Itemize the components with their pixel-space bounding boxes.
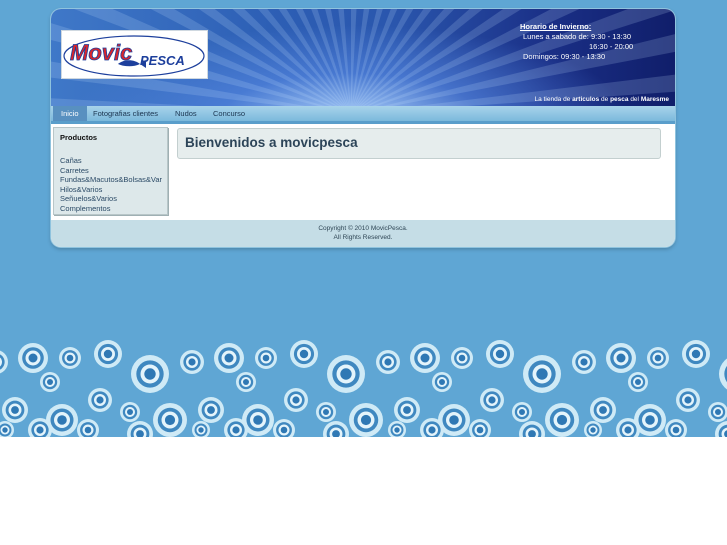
products-sidebar: Productos Cañas Carretes Fundas&Macutos&…: [53, 127, 168, 215]
sidebar-item-senuelos[interactable]: Señuelos&Varios: [60, 194, 162, 204]
bubble-ring: [2, 397, 28, 423]
bubble-ring: [40, 372, 60, 392]
bubble-ring: [273, 419, 295, 437]
bubble-ring: [590, 397, 616, 423]
bubble-ring: [131, 355, 169, 393]
bubble-ring: [682, 340, 710, 368]
bubble-ring: [127, 421, 153, 437]
sidebar-item-canas[interactable]: Cañas: [60, 156, 162, 166]
bubble-ring: [545, 403, 579, 437]
bubble-ring: [120, 402, 140, 422]
bubble-ring: [316, 402, 336, 422]
bubble-ring: [77, 419, 99, 437]
bubble-ring: [192, 421, 210, 437]
bubble-ring: [284, 388, 308, 412]
tagline: La tienda de articulos de pesca del Mare…: [534, 96, 669, 103]
bubble-ring: [327, 355, 365, 393]
bubble-ring: [628, 372, 648, 392]
bubble-ring: [708, 402, 727, 422]
bubble-ring: [647, 347, 669, 369]
nav-item-concurso[interactable]: Concurso: [213, 106, 245, 121]
logo-pesca-text: PESCA: [140, 53, 185, 68]
bubble-ring: [0, 350, 8, 374]
bubble-ring: [214, 343, 244, 373]
sidebar-title: Productos: [60, 133, 98, 142]
sidebar-item-hilos[interactable]: Hilos&Varios: [60, 185, 162, 195]
sidebar-menu: Cañas Carretes Fundas&Macutos&Bolsas&Var…: [60, 156, 162, 213]
bubble-ring: [469, 419, 491, 437]
bubble-ring: [59, 347, 81, 369]
bubble-ring: [519, 421, 545, 437]
bubble-ring: [665, 419, 687, 437]
bubble-ring: [198, 397, 224, 423]
sidebar-item-carretes[interactable]: Carretes: [60, 166, 162, 176]
bubble-ring: [180, 350, 204, 374]
sidebar-item-fundas[interactable]: Fundas&Macutos&Bolsas&Var: [60, 175, 162, 185]
main-nav: Inicio Fotografias clientes Nudos Concur…: [51, 106, 675, 124]
bubble-ring: [523, 355, 561, 393]
opening-hours: Horario de Invierno: Lunes a sabado de: …: [520, 22, 633, 62]
bubble-ring: [323, 421, 349, 437]
site-container: Movic PESCA Horario de Invierno: Lunes a…: [51, 9, 675, 247]
bubble-ring: [290, 340, 318, 368]
bubble-ring: [512, 402, 532, 422]
bubble-ring: [349, 403, 383, 437]
sidebar-item-complementos[interactable]: Complementos: [60, 204, 162, 214]
bubble-ring: [486, 340, 514, 368]
bubble-ring: [572, 350, 596, 374]
bubble-ring: [719, 358, 727, 390]
content-area: Productos Cañas Carretes Fundas&Macutos&…: [51, 124, 675, 220]
bubble-ring: [676, 388, 700, 412]
bubble-ring: [606, 343, 636, 373]
rights-text: All Rights Reserved.: [333, 234, 393, 241]
hours-afternoon: 16:30 - 20:00: [589, 42, 634, 51]
hours-weekday: Lunes a sabado de: 9:30 - 13:30: [523, 32, 632, 41]
bubble-ring: [236, 372, 256, 392]
nav-item-inicio[interactable]: Inicio: [53, 106, 87, 121]
copyright-text: Copyright © 2010 MovicPesca.: [318, 225, 408, 232]
bubble-ring: [388, 421, 406, 437]
bubble-ring: [153, 403, 187, 437]
bubble-ring: [480, 388, 504, 412]
nav-item-nudos[interactable]: Nudos: [175, 106, 197, 121]
bubble-ring: [18, 343, 48, 373]
hours-sunday: Domingos: 09:30 - 13:30: [523, 52, 606, 61]
page-title: Bienvenidos a movicpesca: [185, 135, 358, 150]
bubble-ring: [94, 340, 122, 368]
decorative-bubbles-pattern: [0, 330, 727, 437]
bubble-ring: [451, 347, 473, 369]
bubble-ring: [88, 388, 112, 412]
footer: Copyright © 2010 MovicPesca. All Rights …: [51, 220, 675, 247]
bubble-ring: [255, 347, 277, 369]
bubble-ring: [376, 350, 400, 374]
bubble-ring: [394, 397, 420, 423]
hours-title: Horario de Invierno:: [520, 22, 592, 31]
logo[interactable]: Movic PESCA: [61, 30, 208, 79]
nav-item-fotografias-clientes[interactable]: Fotografias clientes: [93, 106, 158, 121]
bubble-ring: [715, 421, 727, 437]
bubble-ring: [584, 421, 602, 437]
bubble-ring: [0, 421, 14, 437]
bubble-ring: [432, 372, 452, 392]
welcome-panel: Bienvenidos a movicpesca: [177, 128, 661, 159]
header-banner: Movic PESCA Horario de Invierno: Lunes a…: [51, 9, 675, 106]
bubble-ring: [410, 343, 440, 373]
